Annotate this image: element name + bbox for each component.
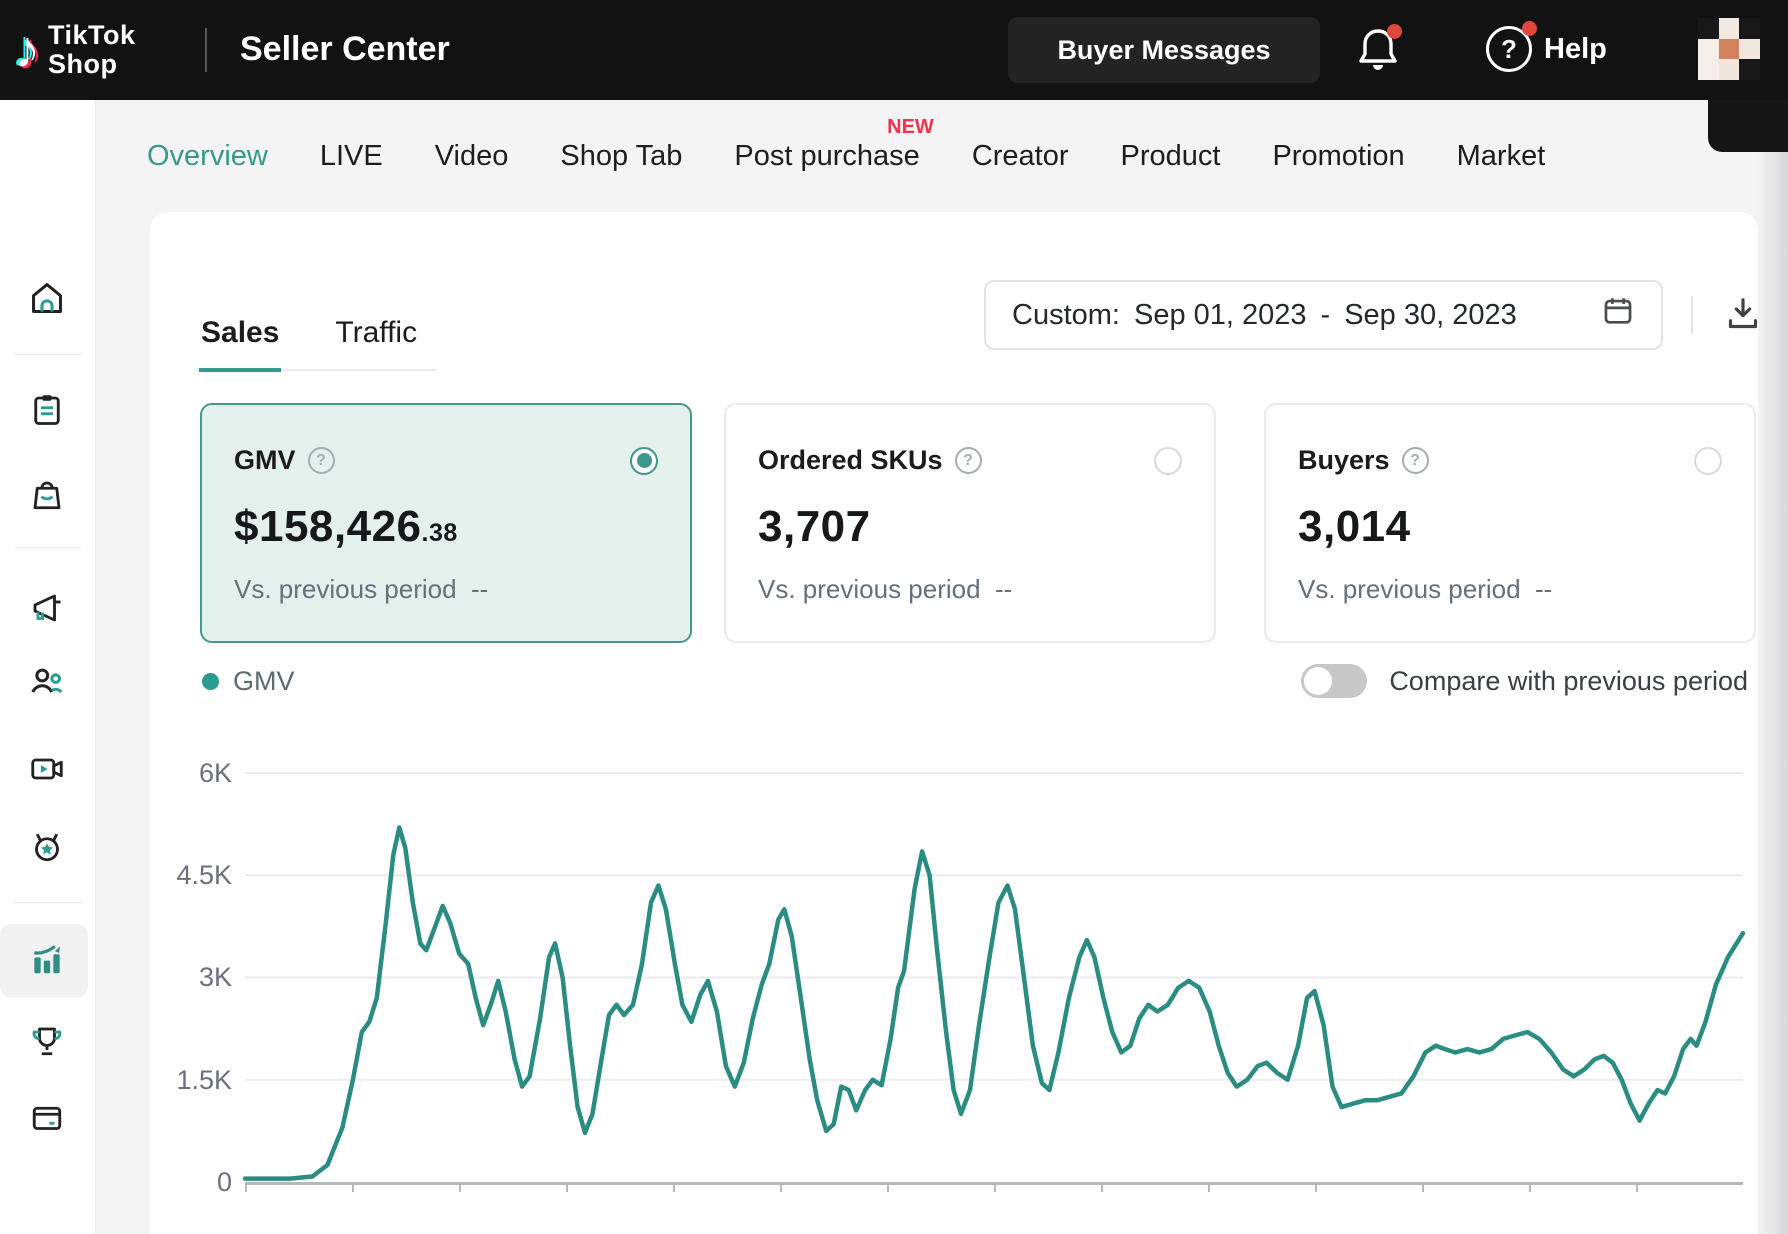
metric-compare: Vs. previous period -- — [758, 574, 1182, 605]
tab-marketing[interactable]: Market — [1457, 140, 1546, 173]
sidebar-item-finance[interactable] — [25, 1096, 69, 1140]
download-icon — [1723, 294, 1763, 334]
calendar-icon — [1601, 294, 1635, 336]
medal-icon — [29, 829, 65, 865]
sidebar-item-affiliate[interactable] — [25, 659, 69, 703]
metric-compare: Vs. previous period -- — [234, 574, 658, 605]
metric-radio[interactable] — [1154, 447, 1182, 475]
chart-plot-area — [245, 773, 1743, 1182]
tab-creator[interactable]: Creator — [972, 140, 1069, 173]
page-edge-fade — [1758, 100, 1788, 1234]
tab-post-purchase-label: Post purchase — [734, 140, 919, 172]
help-notification-dot — [1522, 21, 1537, 36]
compare-toggle-label: Compare with previous period — [1389, 666, 1748, 697]
tab-live[interactable]: LIVE — [320, 140, 383, 173]
tiktok-note-icon: ♪ — [14, 14, 40, 86]
logo-text: TikTokShop — [48, 21, 136, 79]
help-button[interactable]: ? Help — [1486, 26, 1607, 72]
sales-traffic-tabs: Sales Traffic — [197, 316, 437, 371]
sidebar-item-marketing[interactable] — [25, 586, 69, 630]
tiktok-shop-logo[interactable]: ♪ TikTokShop — [14, 14, 136, 86]
metric-label: GMV — [234, 445, 296, 476]
legend-label: GMV — [233, 666, 295, 697]
tab-product[interactable]: Product — [1121, 140, 1221, 173]
sidebar-divider — [14, 547, 82, 548]
tab-video[interactable]: Video — [435, 140, 509, 173]
compare-toggle[interactable] — [1301, 664, 1367, 698]
legend-dot-icon — [202, 673, 219, 690]
sidebar-item-products[interactable] — [25, 473, 69, 517]
date-end: Sep 30, 2023 — [1344, 299, 1517, 332]
date-dash: - — [1321, 299, 1331, 332]
date-filter-bar: Custom: Sep 01, 2023 - Sep 30, 2023 — [984, 280, 1765, 350]
metric-label: Ordered SKUs — [758, 445, 943, 476]
metric-label: Buyers — [1298, 445, 1390, 476]
date-start: Sep 01, 2023 — [1134, 299, 1307, 332]
tab-overview[interactable]: Overview — [147, 140, 268, 173]
x-axis — [245, 1182, 1743, 1192]
video-camera-icon — [29, 751, 65, 787]
home-icon — [28, 279, 66, 317]
buyer-messages-button[interactable]: Buyer Messages — [1008, 17, 1320, 83]
metric-value: $158,426.38 — [234, 502, 658, 552]
clipboard-icon — [29, 392, 65, 428]
sidebar-item-analytics[interactable] — [25, 937, 69, 981]
tab-traffic[interactable]: Traffic — [333, 316, 419, 372]
tab-promotion[interactable]: Promotion — [1272, 140, 1404, 173]
toolbar-divider — [1691, 296, 1693, 334]
metric-card-buyers[interactable]: Buyers ? 3,014 Vs. previous period -- — [1264, 403, 1756, 643]
page-title: Seller Center — [240, 30, 450, 69]
info-question-icon[interactable]: ? — [308, 447, 335, 474]
users-icon — [28, 662, 66, 700]
metric-card-ordered-skus[interactable]: Ordered SKUs ? 3,707 Vs. previous period… — [724, 403, 1216, 643]
metric-radio[interactable] — [1694, 447, 1722, 475]
tab-post-purchase[interactable]: Post purchase NEW — [734, 140, 919, 173]
sidebar — [0, 100, 96, 1234]
scrollbar-thumb[interactable] — [1708, 100, 1788, 152]
info-question-icon[interactable]: ? — [1402, 447, 1429, 474]
sidebar-item-orders[interactable] — [25, 388, 69, 432]
app-header: ♪ TikTokShop Seller Center Buyer Message… — [0, 0, 1788, 100]
y-axis-tick: 6K — [150, 757, 232, 789]
y-axis-tick: 4.5K — [150, 859, 232, 891]
y-axis-tick: 3K — [150, 961, 232, 993]
sidebar-divider — [14, 902, 82, 903]
date-prefix: Custom: — [1012, 299, 1120, 332]
metric-compare: Vs. previous period -- — [1298, 574, 1722, 605]
megaphone-icon — [29, 590, 65, 626]
gmv-line-svg — [245, 773, 1743, 1182]
sidebar-item-competition[interactable] — [25, 1019, 69, 1063]
shopping-bag-icon — [29, 477, 65, 513]
new-badge: NEW — [887, 116, 934, 139]
y-axis-tick: 1.5K — [150, 1064, 232, 1096]
gmv-chart: 6K 4.5K 3K 1.5K 0 — [150, 752, 1758, 1212]
tab-sales[interactable]: Sales — [199, 316, 281, 372]
dashboard-panel: Sales Traffic Custom: Sep 01, 2023 - Sep… — [150, 212, 1758, 1234]
date-range-picker[interactable]: Custom: Sep 01, 2023 - Sep 30, 2023 — [984, 280, 1663, 350]
trophy-icon — [29, 1023, 65, 1059]
avatar[interactable] — [1698, 18, 1760, 80]
info-question-icon[interactable]: ? — [955, 447, 982, 474]
chart-controls-row: GMV Compare with previous period — [202, 664, 1748, 698]
tab-shop-tab[interactable]: Shop Tab — [560, 140, 682, 173]
sidebar-item-live-video[interactable] — [25, 747, 69, 791]
sidebar-item-home[interactable] — [25, 276, 69, 320]
analytics-icon — [28, 940, 66, 978]
y-axis-tick: 0 — [150, 1166, 232, 1198]
notifications-button[interactable] — [1352, 24, 1404, 76]
metric-radio-selected[interactable] — [630, 447, 658, 475]
sidebar-item-rewards[interactable] — [25, 825, 69, 869]
question-circle-icon: ? — [1486, 26, 1532, 72]
wallet-card-icon — [29, 1100, 65, 1136]
metric-value: 3,707 — [758, 502, 1182, 552]
metric-value: 3,014 — [1298, 502, 1722, 552]
metric-card-gmv[interactable]: GMV ? $158,426.38 Vs. previous period -- — [200, 403, 692, 643]
sidebar-divider — [14, 354, 82, 355]
notification-dot — [1387, 24, 1402, 39]
header-divider — [205, 28, 207, 72]
primary-nav: Overview LIVE Video Shop Tab Post purcha… — [96, 100, 1788, 212]
